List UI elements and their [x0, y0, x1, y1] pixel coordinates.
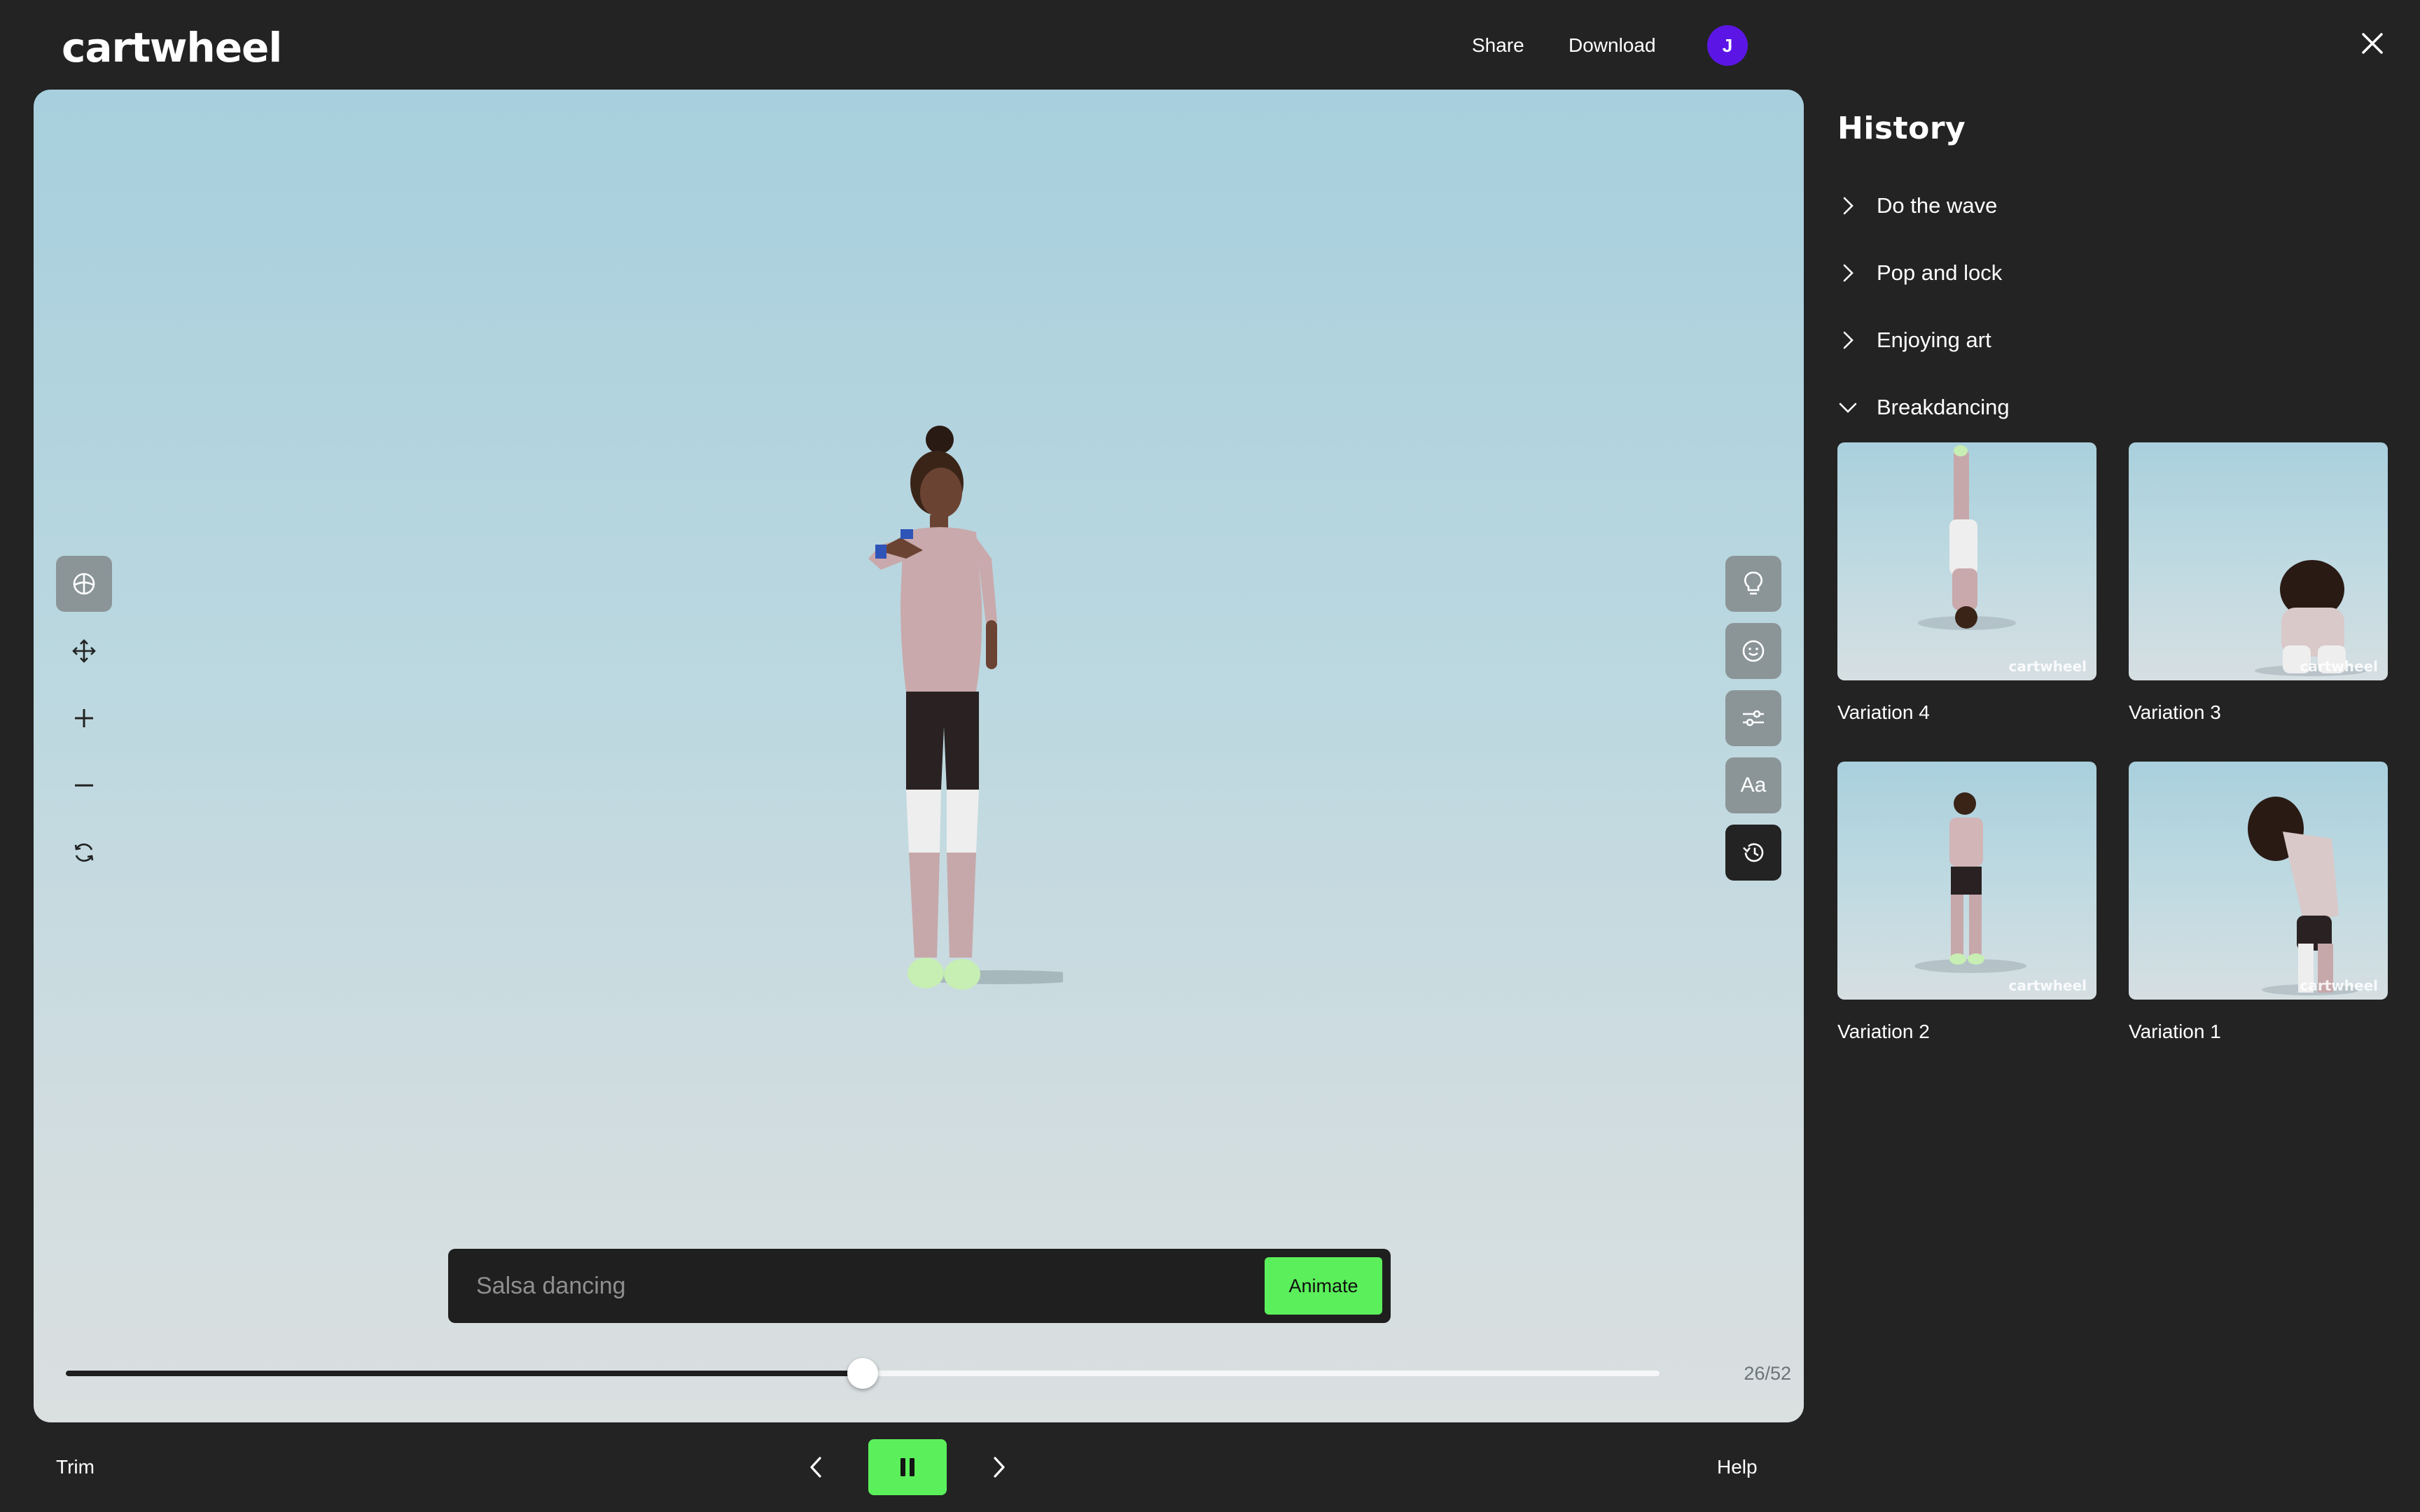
chevron-right-icon	[994, 1457, 1005, 1478]
adjust-button[interactable]	[1725, 690, 1781, 746]
animation-prompt-bar: Animate	[448, 1249, 1391, 1323]
text-tool-button[interactable]: Aa	[1725, 757, 1781, 813]
variation-thumbnail: cartwheel	[1837, 442, 2096, 680]
chevron-down-icon	[1839, 402, 1857, 413]
frame-counter: 26/52	[1744, 1363, 1791, 1384]
download-button[interactable]: Download	[1569, 29, 1656, 62]
orbit-tool-button[interactable]	[56, 556, 112, 612]
pause-icon	[900, 1458, 915, 1476]
variation-thumbnail: cartwheel	[2129, 442, 2388, 680]
prompt-input[interactable]	[476, 1272, 1265, 1300]
share-button[interactable]: Share	[1472, 29, 1524, 62]
animate-button[interactable]: Animate	[1265, 1257, 1382, 1315]
text-icon: Aa	[1740, 774, 1767, 797]
pause-button[interactable]	[868, 1439, 947, 1495]
close-button[interactable]	[2354, 25, 2391, 62]
ideas-button[interactable]	[1725, 556, 1781, 612]
history-item-label: Do the wave	[1877, 193, 1998, 218]
pan-tool-button[interactable]	[56, 623, 112, 679]
history-item-label: Enjoying art	[1877, 328, 1991, 352]
variation-card-4[interactable]: cartwheel Variation 4	[1837, 442, 2096, 724]
zoom-in-button[interactable]	[56, 690, 112, 746]
expression-button[interactable]	[1725, 623, 1781, 679]
history-item-do-the-wave[interactable]: Do the wave	[1837, 185, 1997, 227]
history-toggle-button[interactable]	[1725, 825, 1781, 881]
user-avatar[interactable]: J	[1707, 25, 1748, 66]
help-button[interactable]: Help	[1717, 1453, 1758, 1481]
close-icon	[2362, 33, 2383, 54]
previous-frame-button[interactable]	[795, 1446, 837, 1488]
zoom-out-button[interactable]	[56, 757, 112, 813]
character-model[interactable]	[839, 426, 1063, 1028]
variation-label: Variation 2	[1837, 1021, 1930, 1042]
sliders-icon	[1743, 710, 1764, 727]
variation-label: Variation 4	[1837, 701, 1930, 723]
history-item-label: Breakdancing	[1877, 395, 2010, 419]
chevron-right-icon	[1843, 197, 1854, 215]
history-item-pop-and-lock[interactable]: Pop and lock	[1837, 252, 2002, 294]
reset-view-icon	[74, 843, 94, 862]
emoji-icon	[1742, 640, 1765, 662]
watermark: cartwheel	[2008, 658, 2087, 675]
history-item-enjoying-art[interactable]: Enjoying art	[1837, 319, 1991, 361]
variation-label: Variation 3	[2129, 701, 2221, 723]
history-icon	[1743, 843, 1764, 862]
variation-thumbnail: cartwheel	[1837, 762, 2096, 1000]
zoom-in-icon	[75, 709, 93, 727]
history-item-label: Pop and lock	[1877, 260, 2003, 285]
variation-card-2[interactable]: cartwheel Variation 2	[1837, 762, 2096, 1043]
reset-view-button[interactable]	[56, 825, 112, 881]
scene-viewport[interactable]: Aa Animate	[34, 90, 1804, 1422]
trim-button[interactable]: Trim	[56, 1453, 95, 1481]
watermark: cartwheel	[2300, 977, 2378, 994]
watermark: cartwheel	[2300, 658, 2378, 675]
timeline-scrubber-handle[interactable]	[847, 1358, 878, 1389]
variation-thumbnail: cartwheel	[2129, 762, 2388, 1000]
next-frame-button[interactable]	[978, 1446, 1020, 1488]
variation-label: Variation 1	[2129, 1021, 2221, 1042]
variation-card-3[interactable]: cartwheel Variation 3	[2129, 442, 2388, 724]
history-title: History	[1837, 111, 1966, 146]
chevron-right-icon	[1843, 264, 1854, 282]
lightbulb-icon	[1744, 571, 1762, 595]
timeline-progress	[66, 1371, 863, 1376]
variation-card-1[interactable]: cartwheel Variation 1	[2129, 762, 2388, 1043]
watermark: cartwheel	[2008, 977, 2087, 994]
chevron-left-icon	[810, 1457, 821, 1478]
zoom-out-icon	[75, 784, 93, 787]
move-icon	[72, 639, 96, 663]
cartwheel-logo: cartwheel	[62, 24, 282, 71]
history-item-breakdancing[interactable]: Breakdancing	[1837, 386, 2010, 428]
chevron-right-icon	[1843, 331, 1854, 349]
globe-icon	[73, 573, 95, 595]
